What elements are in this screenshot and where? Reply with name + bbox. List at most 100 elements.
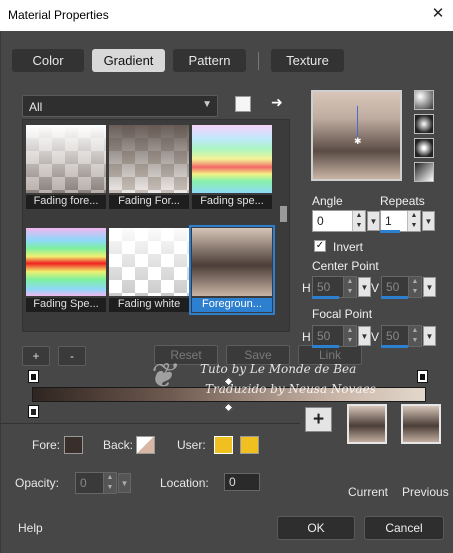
window-title: Material Properties [8,8,109,22]
spinner-arrows-icon[interactable]: ▲ ▼ [408,277,421,297]
focal-h-input[interactable]: 50 ▲ ▼ [312,325,357,347]
category-select[interactable]: All ▼ [22,95,218,117]
user-label: User: [177,438,206,452]
opacity-stop-left[interactable] [28,370,39,383]
watermark-line1: Tuto by Le Monde de Bea [200,362,357,376]
help-button[interactable]: Help [18,521,43,535]
ok-button[interactable]: OK [277,516,355,540]
location-label: Location: [160,476,209,490]
angle-dropdown-icon[interactable]: ▼ [367,211,380,231]
focal-v-dropdown-icon[interactable]: ▼ [423,326,436,346]
tab-gradient[interactable]: Gradient [92,49,165,72]
remove-gradient-button[interactable]: - [58,346,86,366]
gallery-item-label: Fading Spe... [26,298,106,312]
scrollbar-thumb[interactable] [280,206,287,222]
spinner-arrows-icon[interactable]: ▲ ▼ [103,473,116,493]
center-point-label: Center Point [312,259,379,273]
gallery-item-selected[interactable]: Foregroun... [189,225,275,315]
angle-value: 0 [317,214,324,228]
center-h-dropdown-icon[interactable]: ▼ [358,277,371,297]
invert-label: Invert [333,240,364,254]
gradient-swatch [109,228,189,296]
center-v-dropdown-icon[interactable]: ▼ [423,277,436,297]
angle-input[interactable]: 0 ▲ ▼ [312,210,366,232]
center-v-value: 50 [386,280,400,294]
close-icon[interactable]: ✕ [428,4,448,24]
previous-swatch[interactable] [401,404,441,444]
repeats-slider[interactable] [380,230,400,233]
watermark: Tuto by Le Monde de Bea Traduzido by Neu… [147,356,405,426]
repeats-value: 1 [385,214,392,228]
gradient-swatch [192,125,272,193]
focal-v-label: V [371,330,380,344]
focal-point-label: Focal Point [312,307,373,321]
focal-v-slider[interactable] [381,345,408,348]
linear-style-icon[interactable] [414,90,434,110]
tab-pattern[interactable]: Pattern [173,49,246,72]
gradient-swatch [26,228,106,296]
center-handle-icon[interactable]: ✱ [354,136,362,147]
center-v-label: V [371,281,380,295]
cancel-button[interactable]: Cancel [364,516,444,540]
focal-v-value: 50 [386,329,400,343]
focal-h-dropdown-icon[interactable]: ▼ [358,326,371,346]
user-swatch[interactable] [214,436,233,454]
spinner-arrows-icon[interactable]: ▲ ▼ [352,211,365,231]
invert-checkbox[interactable]: ✓ [314,240,326,252]
list-view-icon[interactable] [235,96,251,112]
gallery-item-label: Fading white [109,298,189,312]
gallery-item[interactable]: Fading white [109,228,189,312]
repeats-label: Repeats [380,194,425,208]
spinner-arrows-icon[interactable]: ▲ ▼ [343,277,356,297]
repeats-input[interactable]: 1 ▲ ▼ [380,210,421,232]
repeats-dropdown-icon[interactable]: ▼ [422,211,435,231]
spinner-arrows-icon[interactable]: ▲ ▼ [407,211,420,231]
current-label: Current [348,485,389,499]
center-v-input[interactable]: 50 ▲ ▼ [381,276,422,298]
tab-texture[interactable]: Texture [271,49,344,72]
title-bar: Material Properties ✕ [0,0,453,31]
gallery-item[interactable]: Fading fore... [26,125,106,209]
gradient-gallery: Fading fore... Fading For... Fading spe.… [22,119,290,332]
opacity-dropdown-icon[interactable]: ▼ [118,473,131,493]
flower-ornament-icon: ❦ [147,356,176,396]
gallery-item[interactable]: Fading For... [109,125,189,209]
back-swatch[interactable] [136,436,155,454]
gallery-item[interactable]: Fading spe... [192,125,272,209]
gallery-item-label: Foregroun... [192,298,272,312]
tab-divider [258,52,259,70]
center-h-slider[interactable] [312,296,339,299]
spinner-arrows-icon[interactable]: ▲ ▼ [408,326,421,346]
location-value: 0 [229,475,236,489]
rectangular-style-icon[interactable] [414,114,434,134]
gallery-scrollbar[interactable] [279,121,288,330]
spinner-arrows-icon[interactable]: ▲ ▼ [343,326,356,346]
gallery-item-label: Fading spe... [192,195,272,209]
color-stop-left[interactable] [28,405,39,418]
focal-h-value: 50 [317,329,331,343]
gallery-item[interactable]: Fading Spe... [26,228,106,312]
center-h-input[interactable]: 50 ▲ ▼ [312,276,357,298]
focal-h-label: H [302,330,311,344]
add-gradient-button[interactable]: + [22,346,50,366]
sunburst-style-icon[interactable] [414,138,434,158]
user-color-box[interactable] [240,436,259,454]
fore-swatch[interactable] [64,436,83,454]
gallery-item-label: Fading For... [109,195,189,209]
gradient-preview[interactable]: ✱ [311,90,402,181]
radial-style-icon[interactable] [414,162,434,182]
tab-color[interactable]: Color [12,49,84,72]
gradient-swatch [109,125,189,193]
focal-v-input[interactable]: 50 ▲ ▼ [381,325,422,347]
watermark-line2: Traduzido by Neusa Novaes [205,382,376,396]
angle-handle-line [357,106,358,140]
arrow-right-icon[interactable]: ➜ [271,94,287,110]
location-input[interactable]: 0 [224,473,260,491]
gallery-item-label: Fading fore... [26,195,106,209]
previous-label: Previous [402,485,449,499]
opacity-stop-right[interactable] [417,370,428,383]
center-v-slider[interactable] [381,296,408,299]
gradient-swatch [192,228,272,296]
opacity-input[interactable]: 0 ▲ ▼ [75,472,117,494]
focal-h-slider[interactable] [312,345,339,348]
